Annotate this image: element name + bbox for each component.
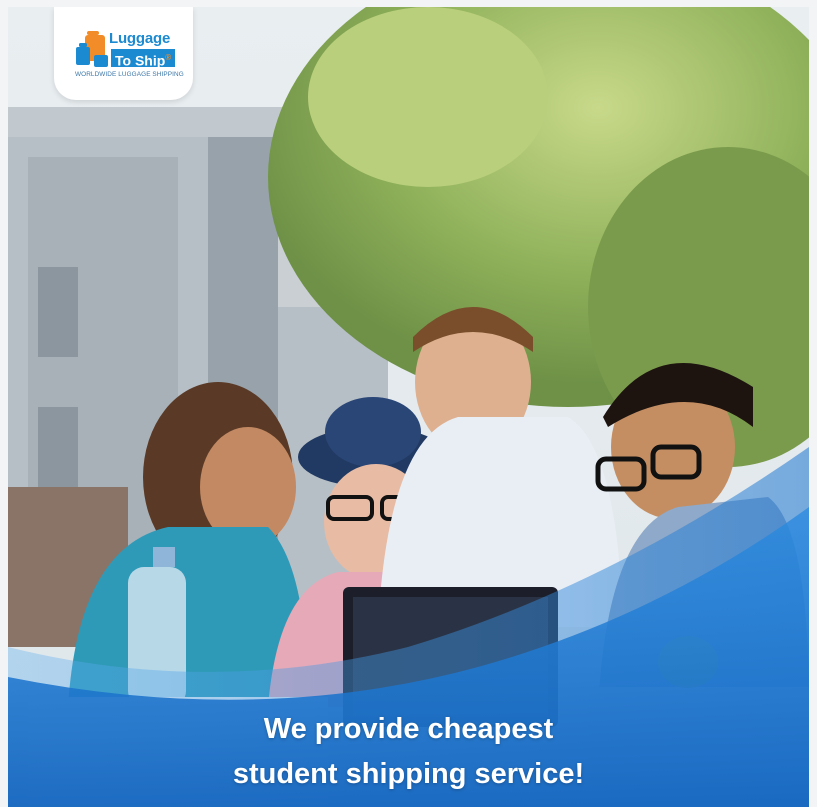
registered-mark: ® <box>165 53 172 62</box>
headline-line-1: We provide cheapest <box>263 713 554 745</box>
headline-line-2: student shipping service! <box>232 758 585 790</box>
brand-name-highlight: To Ship® <box>111 49 176 69</box>
banner-headline: We provide cheapest student shipping ser… <box>8 707 809 797</box>
promo-banner: Luggage To Ship® WORLDWIDE LUGGAGE SHIPP… <box>8 7 809 807</box>
brand-name: Luggage <box>109 30 171 47</box>
luggage-icon <box>76 31 108 67</box>
brand-tagline: WORLDWIDE LUGGAGE SHIPPING <box>75 71 184 78</box>
students-photo <box>8 7 809 807</box>
logo-card[interactable]: Luggage To Ship® WORLDWIDE LUGGAGE SHIPP… <box>54 7 193 100</box>
